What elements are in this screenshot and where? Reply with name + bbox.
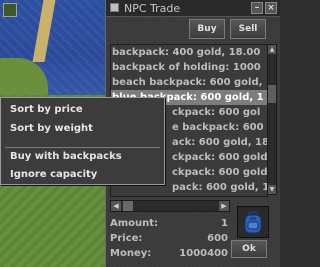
window-titlebar[interactable]: NPC Trade – × bbox=[106, 0, 280, 17]
list-vertical-scrollbar[interactable]: ▲ ▼ bbox=[267, 44, 277, 195]
amount-slider[interactable]: ◀ ▶ bbox=[110, 200, 230, 212]
menu-item-sort-by-price[interactable]: Sort by price bbox=[10, 104, 83, 115]
slider-left-icon[interactable]: ◀ bbox=[111, 201, 121, 211]
money-row: Money: 1000400 bbox=[110, 248, 228, 261]
blue-backpack-icon bbox=[244, 211, 262, 234]
amount-row: Amount: 1 bbox=[110, 218, 228, 231]
list-item[interactable]: beach backpack: 600 gold, bbox=[111, 75, 267, 90]
shield-icon bbox=[3, 3, 17, 17]
menu-item-ignore-capacity[interactable]: Ignore capacity bbox=[10, 169, 97, 180]
money-label: Money: bbox=[110, 248, 152, 259]
scroll-down-icon[interactable]: ▼ bbox=[268, 185, 276, 194]
buy-tab-button[interactable]: Buy bbox=[189, 19, 225, 39]
minimize-button[interactable]: – bbox=[251, 2, 263, 14]
close-button[interactable]: × bbox=[265, 2, 277, 14]
price-label: Price: bbox=[110, 233, 143, 244]
context-menu: Sort by price Sort by weight Buy with ba… bbox=[0, 97, 165, 185]
list-item[interactable]: backpack of holding: 1000 bbox=[111, 60, 267, 75]
scrollbar-thumb[interactable] bbox=[268, 85, 276, 103]
window-title: NPC Trade bbox=[124, 2, 181, 15]
slider-thumb[interactable] bbox=[123, 201, 133, 211]
list-item[interactable]: backpack: 400 gold, 18.00 bbox=[111, 45, 267, 60]
window-icon bbox=[110, 3, 119, 12]
slider-right-icon[interactable]: ▶ bbox=[219, 201, 229, 211]
ok-button[interactable]: Ok bbox=[231, 240, 267, 258]
menu-separator bbox=[5, 147, 160, 148]
selected-item-slot bbox=[237, 206, 269, 238]
amount-value: 1 bbox=[221, 218, 228, 229]
money-value: 1000400 bbox=[179, 248, 228, 259]
price-row: Price: 600 bbox=[110, 233, 228, 246]
amount-label: Amount: bbox=[110, 218, 159, 229]
price-value: 600 bbox=[207, 233, 228, 244]
scroll-up-icon[interactable]: ▲ bbox=[268, 45, 276, 54]
sell-tab-button[interactable]: Sell bbox=[230, 19, 266, 39]
menu-item-sort-by-weight[interactable]: Sort by weight bbox=[10, 123, 93, 134]
menu-item-buy-with-backpacks[interactable]: Buy with backpacks bbox=[10, 151, 122, 162]
